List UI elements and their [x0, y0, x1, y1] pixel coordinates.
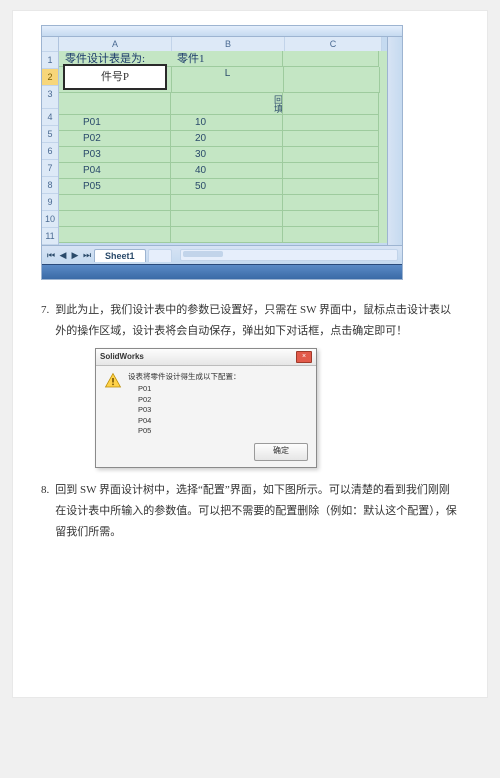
- excel-row-header[interactable]: 4: [42, 109, 58, 126]
- design-table-header-b-top[interactable]: L: [172, 67, 284, 93]
- step-number: 8.: [41, 480, 49, 543]
- excel-cell[interactable]: [59, 195, 171, 211]
- excel-ribbon-strip: [42, 26, 402, 37]
- excel-cell[interactable]: [171, 227, 283, 243]
- excel-cell[interactable]: [283, 115, 379, 131]
- dialog-list-item: P03: [138, 405, 308, 416]
- excel-row-header[interactable]: 11: [42, 228, 58, 245]
- excel-row-header[interactable]: 5: [42, 126, 58, 143]
- excel-sheet-tabs: ⏮ ◀ ▶ ⏭ Sheet1: [42, 245, 402, 264]
- excel-cell[interactable]: 50: [171, 179, 283, 195]
- excel-cell[interactable]: P02: [59, 131, 171, 147]
- ok-button[interactable]: 确定: [254, 443, 308, 461]
- excel-cell[interactable]: P04: [59, 163, 171, 179]
- dialog-list-item: P05: [138, 426, 308, 437]
- excel-cell[interactable]: [283, 93, 379, 115]
- design-table-title-right[interactable]: 零件1: [171, 51, 283, 67]
- step-number: 7.: [41, 300, 49, 342]
- dialog-list-item: P04: [138, 416, 308, 427]
- design-table-header-a[interactable]: 件号P: [63, 64, 167, 90]
- sheet-tab-new[interactable]: [148, 249, 172, 262]
- excel-row-header[interactable]: 2: [42, 69, 58, 86]
- excel-row-header[interactable]: 6: [42, 143, 58, 160]
- excel-cell[interactable]: [283, 211, 379, 227]
- excel-cell[interactable]: [171, 211, 283, 227]
- dialog-list-item: P01: [138, 384, 308, 395]
- vertical-label-text: 回填D@M0: [171, 93, 282, 114]
- excel-cell[interactable]: [283, 195, 379, 211]
- dialog-title: SolidWorks: [100, 352, 296, 361]
- excel-row-header[interactable]: 10: [42, 211, 58, 228]
- excel-cell[interactable]: [283, 227, 379, 243]
- close-icon[interactable]: ×: [296, 351, 312, 363]
- excel-cell[interactable]: 10: [171, 115, 283, 131]
- dialog-list-item: P02: [138, 395, 308, 406]
- sheet-nav-last-icon[interactable]: ⏭: [82, 250, 92, 260]
- excel-cell[interactable]: 40: [171, 163, 283, 179]
- dialog-heading: 设表将零件设计得生成以下配置：: [128, 372, 308, 383]
- excel-status-bar: [42, 264, 402, 279]
- excel-col-header[interactable]: A: [59, 37, 172, 52]
- excel-cell[interactable]: [283, 51, 379, 67]
- excel-row-headers: 1 2 3 4 5 6 7 8 9 10 11: [42, 37, 59, 245]
- excel-cell[interactable]: 30: [171, 147, 283, 163]
- excel-row-header[interactable]: 3: [42, 86, 58, 109]
- dialog-message: 设表将零件设计得生成以下配置： P01 P02 P03 P04 P05: [128, 372, 308, 437]
- sheet-nav-first-icon[interactable]: ⏮: [46, 250, 56, 260]
- excel-cell[interactable]: 20: [171, 131, 283, 147]
- step-8: 8. 回到 SW 界面设计树中，选择“配置”界面，如下图所示。可以清楚的看到我们…: [41, 480, 459, 543]
- excel-row-header[interactable]: 7: [42, 160, 58, 177]
- excel-cell[interactable]: [283, 163, 379, 179]
- excel-cell[interactable]: [59, 227, 171, 243]
- excel-col-header[interactable]: B: [172, 37, 285, 52]
- step-text: 回到 SW 界面设计树中，选择“配置”界面，如下图所示。可以清楚的看到我们刚刚在…: [55, 480, 459, 543]
- dialog-titlebar: SolidWorks ×: [96, 349, 316, 366]
- excel-cell[interactable]: [284, 67, 380, 93]
- design-table-header-b-vert[interactable]: 回填D@M0: [171, 93, 283, 115]
- excel-cell[interactable]: P05: [59, 179, 171, 195]
- excel-cell[interactable]: [283, 131, 379, 147]
- excel-cell[interactable]: [59, 211, 171, 227]
- sheet-nav-next-icon[interactable]: ▶: [70, 250, 80, 260]
- excel-cell[interactable]: [283, 179, 379, 195]
- excel-col-header[interactable]: C: [285, 37, 382, 52]
- sheet-tab-active[interactable]: Sheet1: [94, 249, 146, 262]
- whitespace: [35, 548, 465, 778]
- step-7: 7. 到此为止，我们设计表中的参数已设置好，只需在 SW 界面中，鼠标点击设计表…: [41, 300, 459, 342]
- excel-cell[interactable]: [171, 195, 283, 211]
- solidworks-dialog: SolidWorks × 设表将零件设计得生成以下配置： P01 P02 P03…: [95, 348, 317, 468]
- excel-selectall-corner[interactable]: [42, 37, 58, 52]
- warning-icon: [104, 372, 122, 390]
- sheet-nav-prev-icon[interactable]: ◀: [58, 250, 68, 260]
- excel-cell[interactable]: [283, 147, 379, 163]
- excel-row-header[interactable]: 1: [42, 52, 58, 69]
- excel-row-header[interactable]: 8: [42, 177, 58, 194]
- excel-cell[interactable]: P01: [59, 115, 171, 131]
- excel-vertical-scrollbar[interactable]: [387, 37, 402, 245]
- excel-screenshot: 1 2 3 4 5 6 7 8 9 10 11 A B C: [41, 25, 403, 280]
- step-text: 到此为止，我们设计表中的参数已设置好，只需在 SW 界面中，鼠标点击设计表以外的…: [55, 300, 459, 342]
- excel-cell[interactable]: [59, 93, 171, 115]
- excel-horizontal-scrollbar[interactable]: [180, 249, 398, 261]
- excel-row-header[interactable]: 9: [42, 194, 58, 211]
- excel-cell[interactable]: P03: [59, 147, 171, 163]
- excel-grid: A B C 零件设计表是为: 零件1 件号P: [59, 37, 387, 245]
